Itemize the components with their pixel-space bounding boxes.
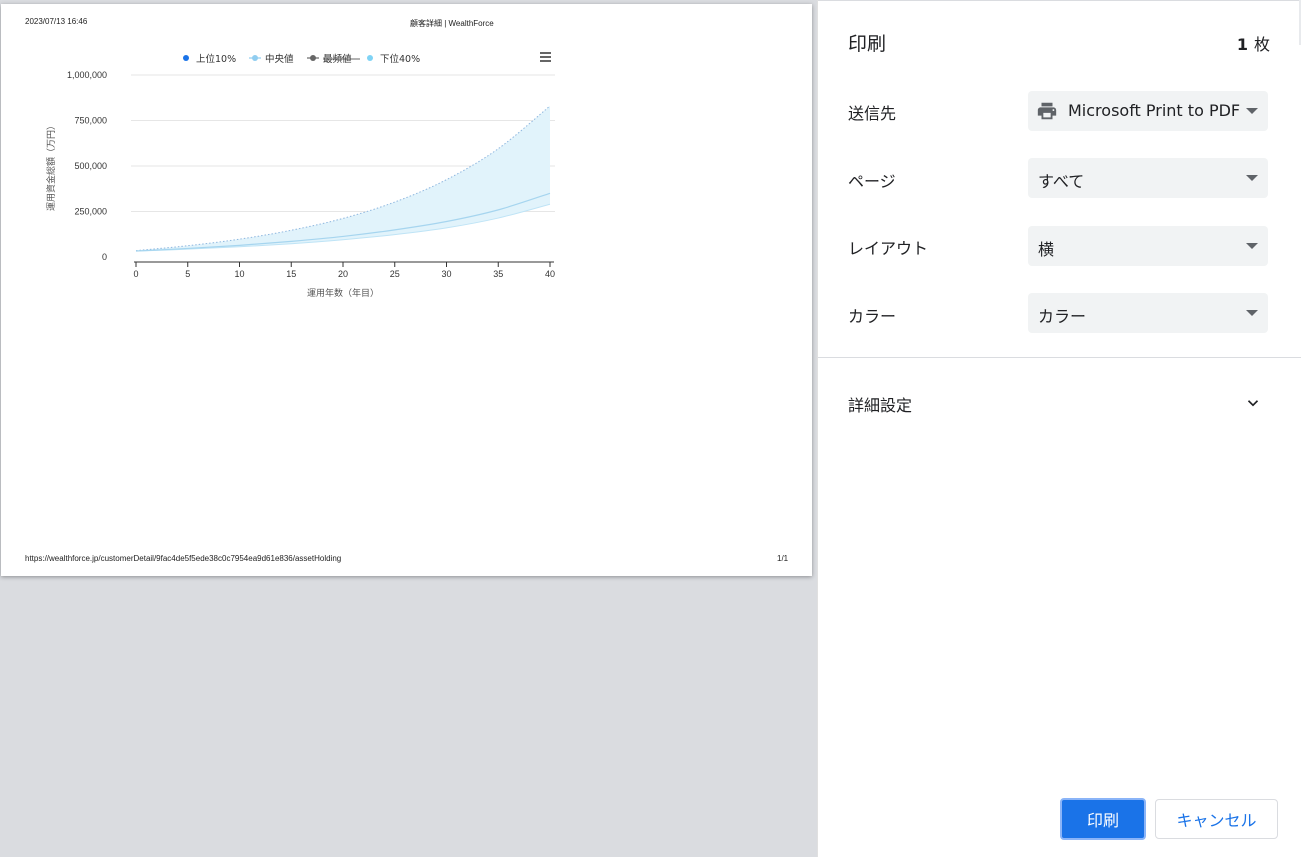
page-footer-page-number: 1/1 [777,554,789,563]
preview-page: 2023/07/13 16:46 顧客詳細 | WealthForce 0 250… [1,4,812,576]
legend-marker [310,55,316,61]
y-axis-title: 運用資金総額（万円） [45,121,57,211]
x-axis-title: 運用年数（年目） [307,287,379,299]
layout-value: 横 [1038,240,1055,259]
x-tick-label: 0 [133,269,138,279]
legend-marker [252,55,258,61]
legend-label: 上位10% [196,53,236,65]
y-tick-label: 250,000 [74,207,107,217]
hamburger-bar [540,56,551,58]
y-tick-label: 1,000,000 [67,70,107,80]
pages-label: ページ [848,172,896,191]
print-preview-area: 2023/07/13 16:46 顧客詳細 | WealthForce 0 250… [0,0,817,857]
chevron-down-icon [1246,175,1258,181]
destination-value: Microsoft Print to PDF [1068,101,1241,120]
chevron-down-icon [1246,243,1258,249]
print-button[interactable]: 印刷 [1060,798,1146,840]
layout-label: レイアウト [848,239,929,258]
x-tick-label: 40 [545,269,555,279]
color-label: カラー [848,307,897,326]
pages-value: すべて [1038,172,1085,191]
color-value: カラー [1038,307,1087,326]
legend-marker [367,55,373,61]
sheet-count-unit: 枚 [1253,35,1270,54]
x-tick-label: 15 [286,269,296,279]
color-select[interactable]: カラー [1028,293,1268,333]
x-tick-label: 30 [441,269,451,279]
chevron-down-icon[interactable] [1244,394,1262,412]
y-tick-label: 500,000 [74,161,107,171]
print-title: 印刷 [848,33,887,55]
legend-marker [183,55,189,61]
hamburger-bar [540,60,551,62]
legend-label: 中央値 [265,53,294,65]
layout-select[interactable]: 横 [1028,226,1268,266]
hamburger-icon[interactable] [540,52,551,62]
x-tick-label: 10 [234,269,244,279]
asset-projection-chart: 0 250,000 500,000 750,000 1,000,000 0 5 10 15 20 2… [45,52,555,299]
chevron-down-icon [1246,108,1258,114]
advanced-settings-toggle[interactable]: 詳細設定 [848,392,912,416]
x-tick-label: 5 [185,269,190,279]
destination-label: 送信先 [848,104,897,123]
sheet-count-value: 1 [1236,35,1248,54]
page-footer-url: https://wealthforce.jp/customerDetail/9f… [25,554,342,563]
legend-label: 下位40% [380,53,420,65]
y-tick-label: 750,000 [74,116,107,126]
sheet-count: 1枚 [1237,31,1270,55]
chevron-down-icon [1246,310,1258,316]
print-settings-panel: 印刷 1枚 送信先 Microsoft Print to PDF ページ すべて… [817,0,1301,857]
pages-select[interactable]: すべて [1028,158,1268,198]
destination-select[interactable]: Microsoft Print to PDF [1028,91,1268,131]
hamburger-bar [540,52,551,54]
range-band-area [136,105,550,252]
x-tick-label: 35 [493,269,503,279]
panel-top-border [818,0,1301,1]
printer-icon [1037,102,1057,120]
x-tick-label: 25 [390,269,400,279]
y-tick-label: 0 [102,252,107,262]
section-divider [818,357,1301,358]
cancel-button[interactable]: キャンセル [1155,799,1278,839]
x-tick-label: 20 [338,269,348,279]
